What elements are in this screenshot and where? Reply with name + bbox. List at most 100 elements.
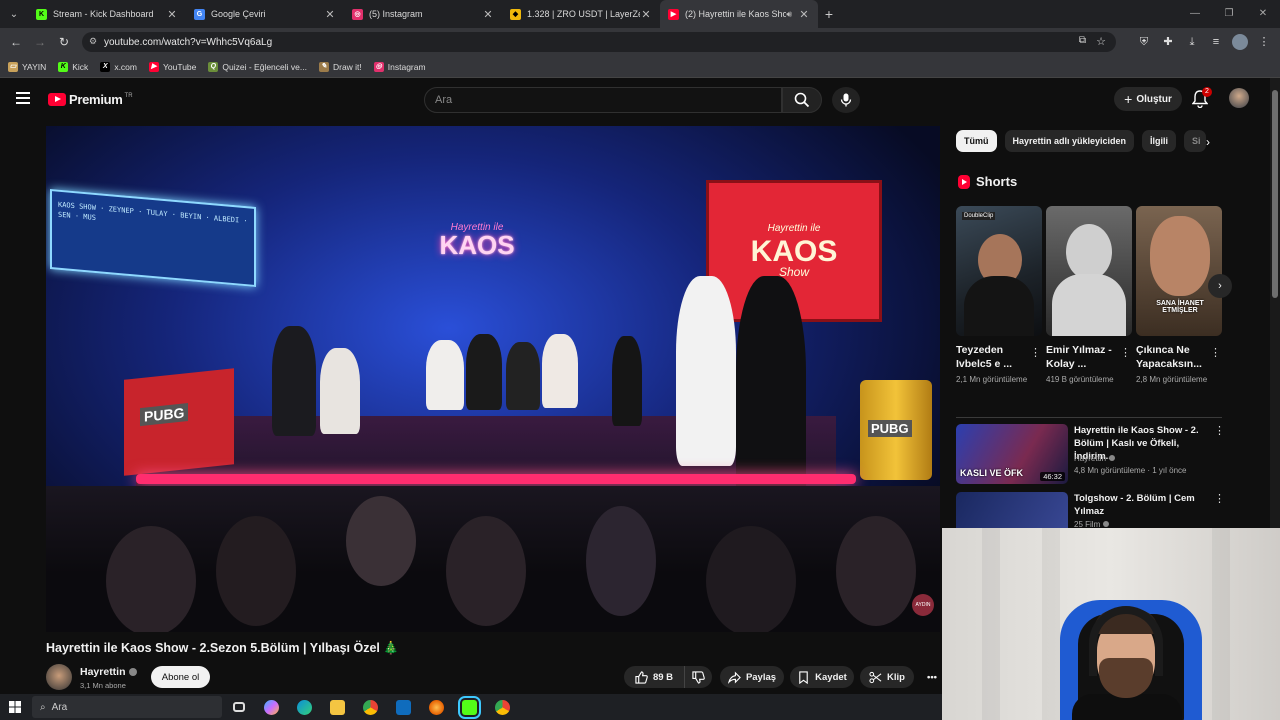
video-thumbnail[interactable] [956,492,1068,528]
search-input[interactable]: Ara [424,87,782,113]
browser-tab-kick[interactable]: K Stream - Kick Dashboard ✕ [28,0,186,28]
extensions-icon[interactable]: ✚ [1160,32,1176,52]
url-bar[interactable]: ⚙ youtube.com/watch?v=Whhc5Vq6aLg ⧉ ☆ [82,32,1116,52]
back-icon[interactable]: ← [4,35,28,49]
chrome-alt-icon[interactable] [486,694,519,720]
chevron-right-icon[interactable]: › [1198,132,1218,152]
clip-button[interactable]: Klip [860,666,914,688]
menu-icon[interactable] [16,92,30,104]
save-button[interactable]: Kaydet [790,666,854,688]
scissors-icon [869,671,882,683]
browser-tab-binance[interactable]: ◆ 1.328 | ZRO USDT | LayerZero t ✕ [502,0,660,28]
more-vert-icon[interactable]: ⋮ [1030,346,1041,359]
bookmark-item[interactable]: ✎ Draw it! [318,61,362,72]
more-vert-icon[interactable]: ⋮ [1120,346,1131,359]
more-vert-icon[interactable]: ⋮ [1210,346,1221,359]
install-app-icon[interactable]: ⧉ [1079,35,1086,46]
copilot-icon[interactable] [255,694,288,720]
minimize-icon[interactable]: — [1178,0,1212,28]
file-explorer-icon[interactable] [321,694,354,720]
subscribe-button[interactable]: Abone ol [151,666,210,688]
share-icon [727,671,741,684]
dislike-button[interactable] [684,666,712,688]
notifications-button[interactable]: 2 [1191,87,1212,109]
notification-badge: 2 [1202,87,1212,97]
browser-tab-youtube[interactable]: ▶ (2) Hayrettin ile Kaos Show 🔊︎ ✕ [660,0,818,28]
account-avatar[interactable] [1229,88,1249,108]
download-icon[interactable]: ⤓ [1184,32,1200,52]
close-tab-icon[interactable]: ✕ [324,8,336,21]
chip-from-uploader[interactable]: Hayrettin adlı yükleyiciden [1004,130,1135,152]
scrollbar-thumb[interactable] [1272,90,1278,298]
youtube-logo[interactable]: Premium TR [48,92,133,107]
create-button[interactable]: + Oluştur [1114,87,1182,111]
webcam-overlay [942,528,1280,720]
windows-start-icon[interactable] [0,701,30,713]
bookmark-item[interactable]: Xx.com [100,61,137,72]
search-button[interactable] [782,87,822,113]
short-card[interactable]: SANA İHANET ETMİŞLER Çıkınca Ne Yapacaks… [1136,206,1222,385]
instagram-icon: ◎ [352,8,363,20]
youtube-play-icon [48,93,66,106]
close-tab-icon[interactable]: ✕ [166,8,178,21]
kick-app-icon[interactable] [453,694,486,720]
short-thumbnail[interactable]: SANA İHANET ETMİŞLER [1136,206,1222,336]
short-card[interactable]: DoubleClip Teyzeden Ivbelc5 e ... 2,1 Mn… [956,206,1042,385]
channel-avatar[interactable] [46,664,72,690]
chrome-icon[interactable] [354,694,387,720]
chip-all[interactable]: Tümü [956,130,997,152]
video-player[interactable]: KAOS SHOW · ZEYNEP · TULAY · BEYIN · ALB… [46,126,940,632]
media-icon[interactable]: ≡ [1208,32,1224,52]
browser-tab-instagram[interactable]: ◎ (5) Instagram ✕ [344,0,502,28]
channel-name[interactable]: Hayrettin [80,666,137,678]
taskbar-search[interactable]: ⌕ Ara [32,696,222,718]
recommended-video[interactable]: KASLI VE ÖFK 46:32 Hayrettin ile Kaos Sh… [956,424,1226,484]
shorts-next-button[interactable]: › [1208,274,1232,298]
bookmark-icon [799,670,808,684]
bookmark-item[interactable]: ▶ YouTube [148,61,196,72]
channel-watermark[interactable]: AYDIN [912,594,934,616]
close-tab-icon[interactable]: ✕ [640,8,652,21]
more-vert-icon[interactable]: ⋮ [1214,492,1225,505]
quiz-icon: Q [208,61,219,72]
stage-neon-strip [136,474,856,484]
bookmark-item[interactable]: Q Quizei - Eğlenceli ve... [208,61,307,72]
bookmark-item[interactable]: ▭ YAYIN [8,61,46,72]
share-button[interactable]: Paylaş [720,666,784,688]
verified-icon [1109,455,1116,461]
close-window-icon[interactable]: ✕ [1246,0,1280,28]
edge-icon[interactable] [288,694,321,720]
outlook-icon[interactable] [387,694,420,720]
like-button[interactable]: 89 B [624,666,684,688]
recommended-video[interactable]: Tolgshow - 2. Bölüm | Cem Yılmaz 25 Film… [956,492,1226,528]
speaker-icon[interactable]: 🔊︎ [786,9,792,20]
browser-tab-translate[interactable]: G Google Çeviri ✕ [186,0,344,28]
bookmark-item[interactable]: K Kick [58,61,88,72]
short-thumbnail[interactable]: DoubleClip [956,206,1042,336]
guest-figure [506,342,540,410]
firefox-icon[interactable] [420,694,453,720]
voice-search-button[interactable] [832,87,860,113]
reload-icon[interactable]: ↻ [52,35,76,49]
profile-avatar[interactable] [1232,34,1248,50]
video-thumbnail[interactable]: KASLI VE ÖFK 46:32 [956,424,1068,484]
new-tab-button[interactable]: + [818,6,840,22]
bookmark-item[interactable]: ◎ Instagram [373,61,426,72]
restore-icon[interactable]: ❐ [1212,0,1246,28]
bookmark-star-icon[interactable]: ☆ [1096,35,1106,48]
guest-figure [542,334,578,408]
tab-search-icon[interactable]: ⌄ [0,0,28,28]
shield-icon[interactable]: ⛨ [1136,32,1152,52]
browser-menu-icon[interactable]: ⋮ [1256,32,1272,52]
more-actions-button[interactable]: ••• [920,666,944,688]
site-info-icon[interactable]: ⚙ [89,36,97,47]
short-card[interactable]: Emir Yılmaz - Kolay ... 419 B görüntülem… [1046,206,1132,385]
chip-related[interactable]: İlgili [1142,130,1177,152]
short-thumbnail[interactable] [1046,206,1132,336]
forward-icon[interactable]: → [28,35,52,49]
task-view-icon[interactable] [222,694,255,720]
more-vert-icon[interactable]: ⋮ [1214,424,1225,437]
close-tab-icon[interactable]: ✕ [798,8,810,21]
browser-tab-strip: ⌄ K Stream - Kick Dashboard ✕ G Google Ç… [0,0,1280,28]
close-tab-icon[interactable]: ✕ [482,8,494,21]
